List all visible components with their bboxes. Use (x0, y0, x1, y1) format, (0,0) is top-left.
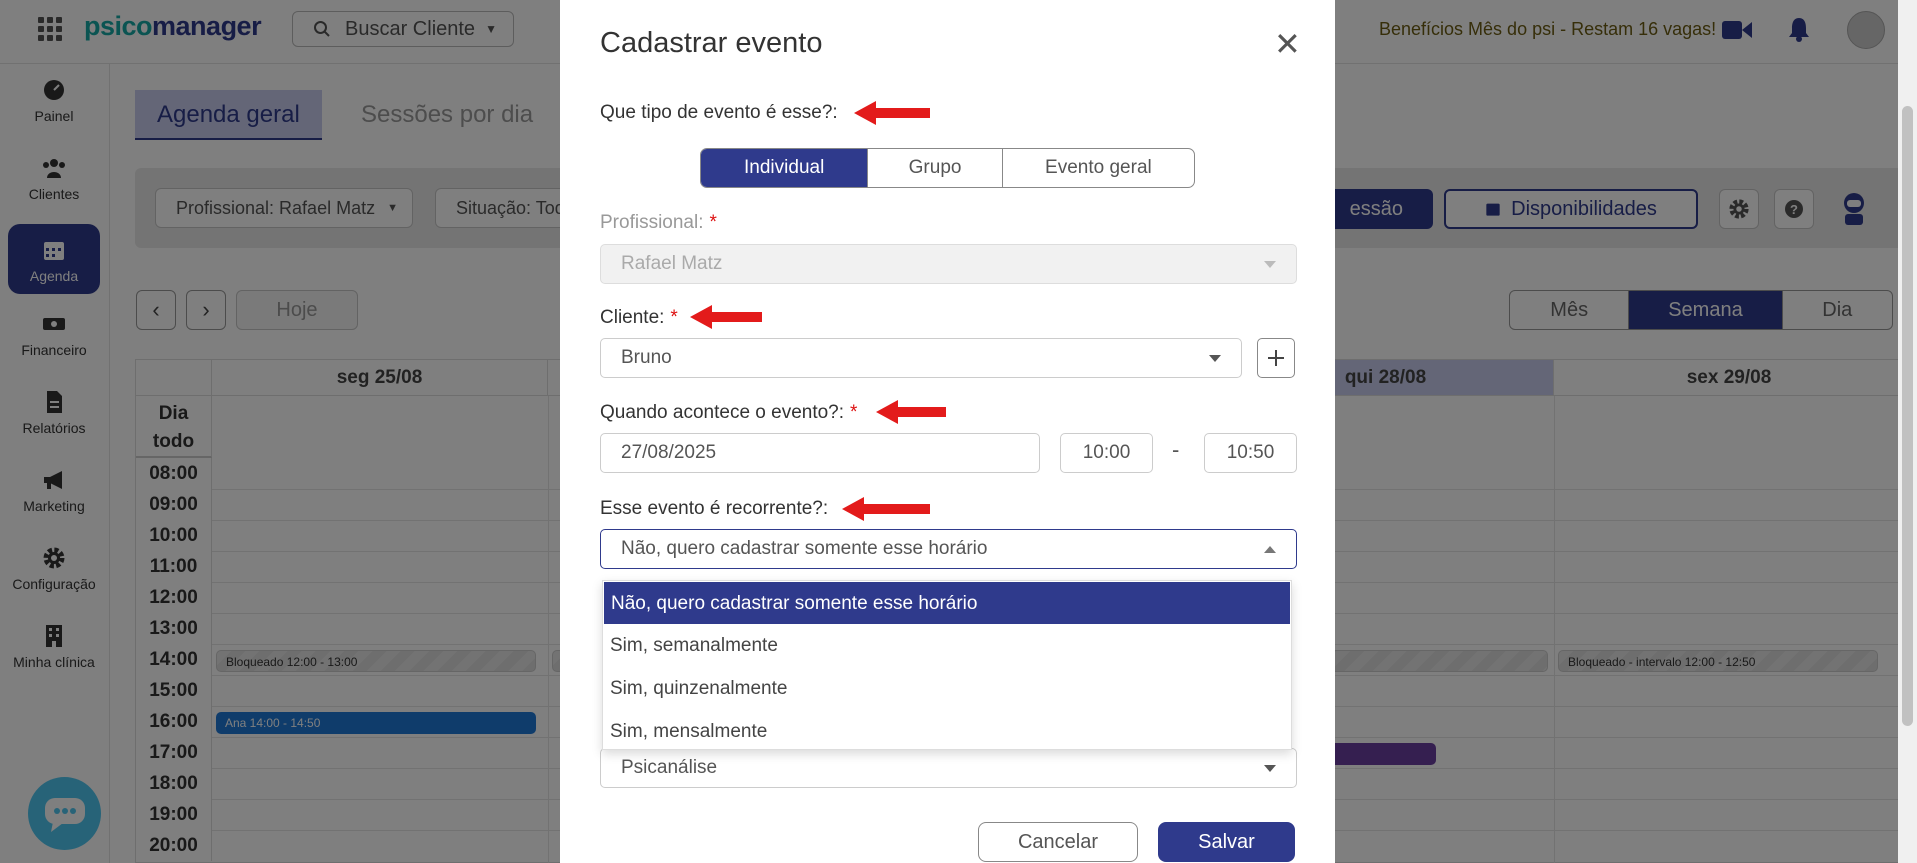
client-label: Cliente: * (600, 307, 678, 329)
date-input-value: 27/08/2025 (621, 442, 717, 463)
event-type-individual[interactable]: Individual (701, 149, 869, 187)
page-scrollbar[interactable] (1898, 0, 1917, 863)
professional-label-text: Profissional: (600, 212, 704, 233)
recurring-label-text: Esse evento é recorrente?: (600, 498, 829, 519)
close-icon[interactable]: ✕ (1274, 28, 1301, 60)
when-label-text: Quando acontece o evento?: (600, 402, 845, 423)
recurring-option[interactable]: Sim, quinzenalmente (603, 667, 1291, 710)
annotation-arrow-icon (842, 497, 930, 521)
recurring-select-value: Não, quero cadastrar somente esse horári… (621, 538, 988, 559)
register-event-modal: Cadastrar evento ✕ Que tipo de evento é … (560, 0, 1335, 863)
scrollbar-thumb[interactable] (1902, 106, 1913, 726)
event-type-label: Que tipo de evento é esse?: (600, 102, 838, 124)
event-type-label-text: Que tipo de evento é esse?: (600, 102, 838, 123)
chevron-down-icon (1264, 261, 1276, 268)
professional-select: Rafael Matz (600, 244, 1297, 284)
recurring-options-list: Não, quero cadastrar somente esse horári… (602, 580, 1292, 750)
time-range-separator: - (1172, 437, 1180, 462)
annotation-arrow-icon (876, 400, 946, 424)
save-button[interactable]: Salvar (1158, 822, 1295, 862)
required-asterisk: * (709, 212, 717, 233)
modal-title: Cadastrar evento (600, 27, 823, 59)
end-time-input[interactable]: 10:50 (1204, 433, 1297, 473)
recurring-option[interactable]: Sim, semanalmente (603, 624, 1291, 667)
when-label: Quando acontece o evento?: * (600, 402, 857, 424)
approach-select-value: Psicanálise (621, 757, 718, 778)
professional-select-value: Rafael Matz (621, 253, 723, 274)
event-type-general[interactable]: Evento geral (1003, 149, 1194, 187)
add-client-button[interactable] (1257, 338, 1295, 378)
event-type-group[interactable]: Grupo (868, 149, 1003, 187)
plus-icon (1268, 350, 1284, 366)
start-time-value: 10:00 (1082, 442, 1131, 463)
required-asterisk: * (670, 307, 678, 328)
recurring-option[interactable]: Sim, mensalmente (603, 710, 1291, 753)
cancel-button[interactable]: Cancelar (978, 822, 1138, 862)
client-select[interactable]: Bruno (600, 338, 1242, 378)
recurring-label: Esse evento é recorrente?: (600, 498, 828, 520)
client-select-value: Bruno (621, 347, 672, 368)
professional-label: Profissional: * (600, 212, 717, 234)
client-label-text: Cliente: (600, 307, 665, 328)
start-time-input[interactable]: 10:00 (1060, 433, 1153, 473)
event-type-selector: Individual Grupo Evento geral (700, 148, 1195, 188)
recurring-option[interactable]: Não, quero cadastrar somente esse horári… (604, 582, 1290, 624)
required-asterisk: * (850, 402, 858, 423)
approach-select[interactable]: Psicanálise (600, 748, 1297, 788)
annotation-arrow-icon (854, 101, 930, 125)
annotation-arrow-icon (690, 305, 762, 329)
date-input[interactable]: 27/08/2025 (600, 433, 1040, 473)
recurring-select[interactable]: Não, quero cadastrar somente esse horári… (600, 529, 1297, 569)
end-time-value: 10:50 (1226, 442, 1275, 463)
chevron-down-icon (1209, 355, 1221, 362)
chevron-down-icon (1264, 765, 1276, 772)
chevron-up-icon (1264, 546, 1276, 553)
